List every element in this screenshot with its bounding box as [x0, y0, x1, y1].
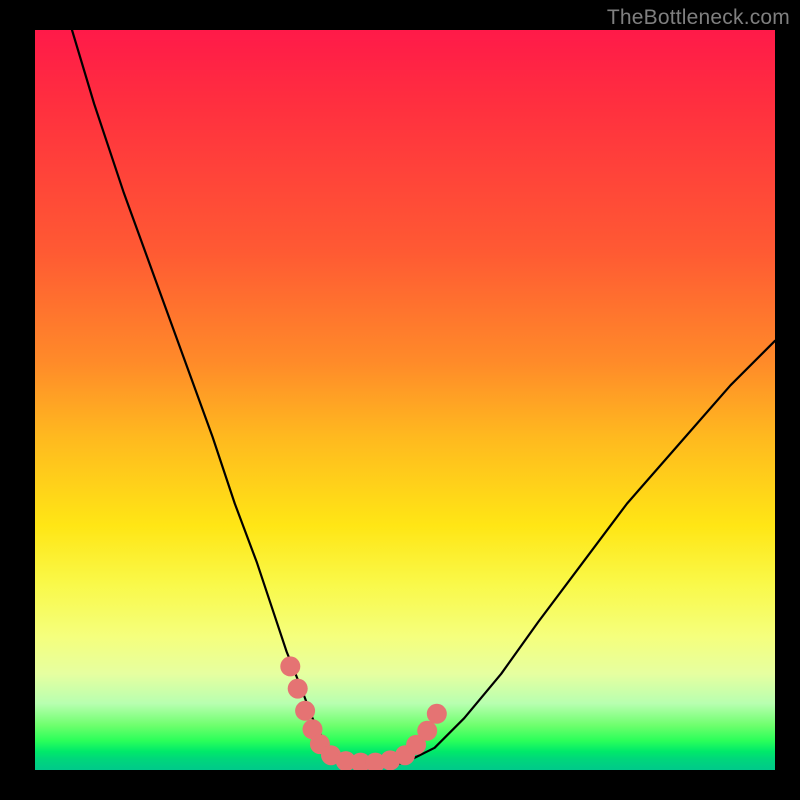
highlight-dot [427, 704, 447, 724]
highlight-dot [295, 701, 315, 721]
highlight-dot [280, 656, 300, 676]
chart-svg [35, 30, 775, 770]
watermark-text: TheBottleneck.com [607, 6, 790, 30]
highlight-dot [288, 679, 308, 699]
curve-line [72, 30, 775, 766]
highlight-marker-group [280, 656, 447, 770]
highlight-dot [417, 721, 437, 741]
plot-area [35, 30, 775, 770]
chart-frame: TheBottleneck.com [0, 0, 800, 800]
